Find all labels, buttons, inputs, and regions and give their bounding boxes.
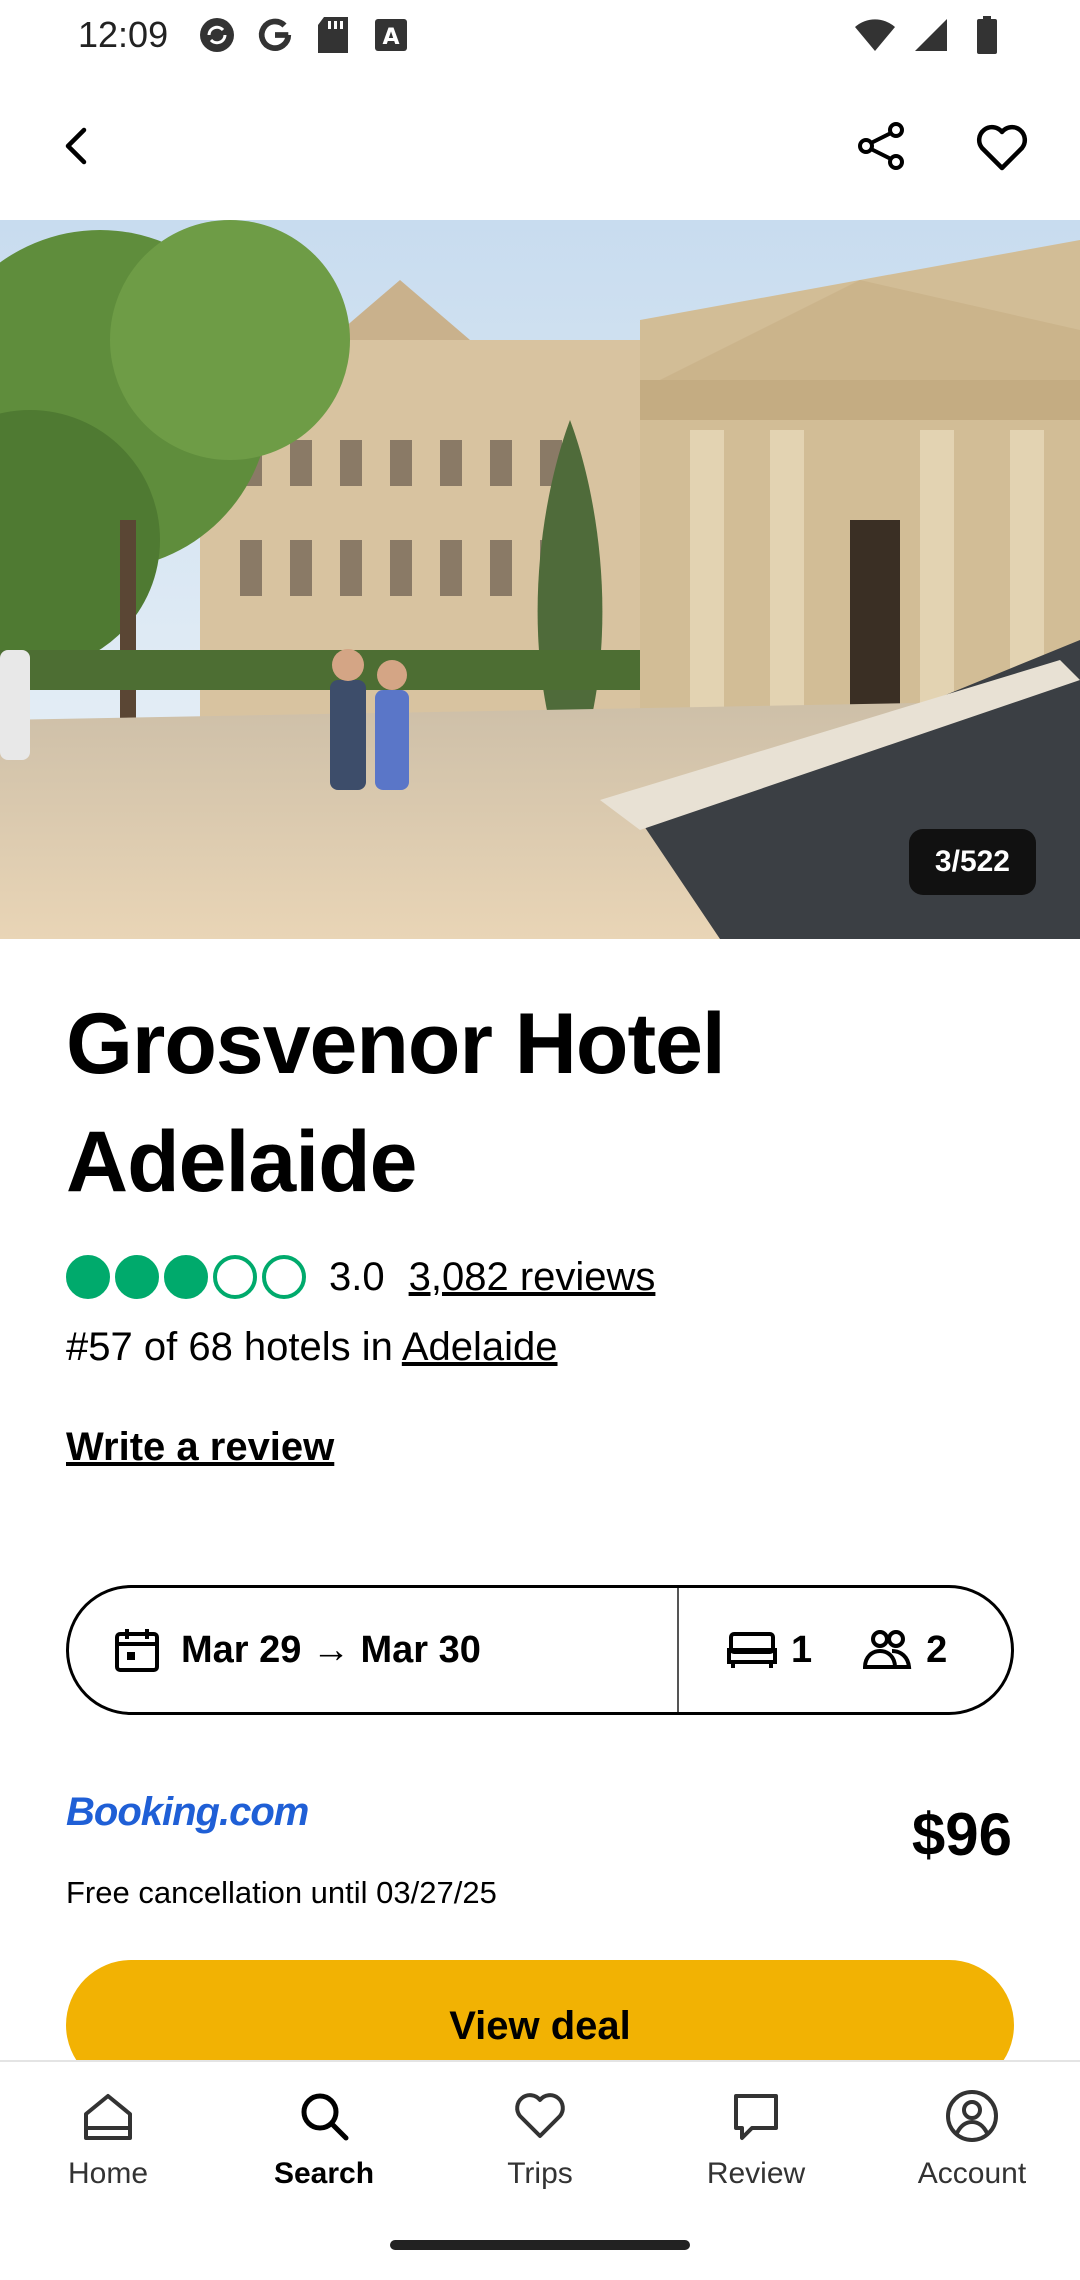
account-icon <box>944 2088 1000 2149</box>
rooms-count-group: 1 <box>727 1629 812 1672</box>
review-icon <box>728 2088 784 2149</box>
share-button[interactable] <box>834 100 930 196</box>
rating-bubble-filled <box>66 1255 110 1299</box>
google-icon <box>254 14 296 56</box>
provider-logo: Booking.com <box>66 1790 309 1834</box>
reviews-link[interactable]: 3,082 reviews <box>409 1255 656 1300</box>
dates-label: Mar 29 → Mar 30 <box>181 1628 481 1671</box>
home-icon <box>80 2088 136 2149</box>
sd-card-icon <box>312 14 354 56</box>
guests-count-group: 2 <box>862 1629 947 1672</box>
city-link[interactable]: Adelaide <box>402 1325 558 1369</box>
cancellation-policy: Free cancellation until 03/27/25 <box>66 1875 497 1910</box>
search-icon <box>296 2088 352 2149</box>
rating-bubble-filled <box>164 1255 208 1299</box>
wifi-icon <box>854 14 896 56</box>
nav-search-label: Search <box>273 2157 375 2190</box>
save-button[interactable] <box>954 100 1050 196</box>
price: $96 <box>911 1801 1012 1868</box>
share-icon <box>856 120 908 177</box>
nav-review-label: Review <box>706 2157 806 2190</box>
nav-account-label: Account <box>917 2157 1027 2190</box>
dates-guests-picker: Mar 29 → Mar 30 1 2 <box>66 1585 1014 1715</box>
nav-home[interactable]: Home <box>0 2062 216 2280</box>
write-review-link[interactable]: Write a review <box>66 1425 334 1470</box>
rating-row: 3.0 3,082 reviews <box>66 1250 655 1304</box>
guests-icon <box>862 1629 912 1671</box>
nav-trips-label: Trips <box>507 2157 573 2190</box>
svg-text:A: A <box>382 25 399 50</box>
heart-icon <box>974 120 1030 177</box>
top-app-bar <box>0 100 1080 220</box>
hotel-photo[interactable]: 3/522 <box>0 220 1080 939</box>
rank-text: #57 of 68 hotels in <box>66 1325 402 1369</box>
guests-count: 2 <box>926 1628 948 1671</box>
font-icon: A <box>370 14 412 56</box>
rating-bubbles <box>66 1255 311 1299</box>
heart-icon <box>512 2088 568 2149</box>
back-arrow-icon <box>56 124 100 173</box>
rooms-guests-selector[interactable]: 1 2 <box>679 1588 1011 1712</box>
home-indicator[interactable] <box>390 2240 690 2250</box>
status-time: 12:09 <box>78 14 169 55</box>
calendar-icon <box>113 1626 161 1674</box>
dates-selector[interactable]: Mar 29 → Mar 30 <box>69 1588 679 1712</box>
ranking: #57 of 68 hotels in Adelaide <box>66 1325 558 1370</box>
sync-icon <box>196 14 238 56</box>
nav-account[interactable]: Account <box>864 2062 1080 2280</box>
status-notification-icons: A <box>196 14 412 56</box>
status-bar: 12:09 A <box>0 0 1080 72</box>
status-system-icons <box>854 14 1008 56</box>
rating-value: 3.0 <box>329 1254 385 1299</box>
rooms-count: 1 <box>791 1628 813 1671</box>
back-button[interactable] <box>30 100 126 196</box>
nav-home-label: Home <box>67 2157 149 2190</box>
photo-counter: 3/522 <box>908 829 1036 895</box>
rating-bubble-filled <box>115 1255 159 1299</box>
signal-icon <box>910 14 952 56</box>
rating-bubble-empty <box>262 1255 306 1299</box>
hotel-name: Grosvenor Hotel Adelaide <box>66 996 726 1210</box>
battery-icon <box>966 14 1008 56</box>
rating-bubble-empty <box>213 1255 257 1299</box>
bed-icon <box>727 1630 777 1670</box>
